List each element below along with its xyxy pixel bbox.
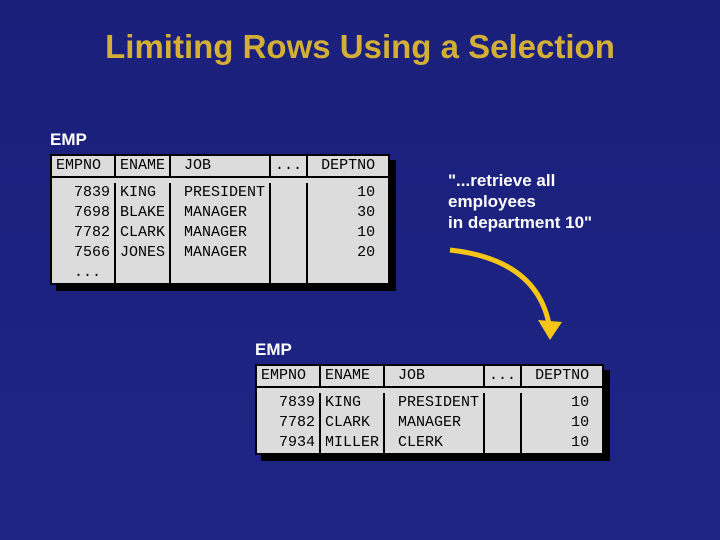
caption-line: "...retrieve all xyxy=(448,171,555,190)
slide-title: Limiting Rows Using a Selection xyxy=(0,28,720,66)
table-header-row: EMPNO ENAME JOB ... DEPTNO xyxy=(51,155,389,177)
table-row: 7782CLARK MANAGER10 xyxy=(256,413,603,433)
col-ellipsis: ... xyxy=(270,155,307,177)
col-empno: EMPNO xyxy=(256,365,320,387)
table-label: EMP xyxy=(255,340,604,360)
col-job: JOB xyxy=(170,155,270,177)
caption-line: in department 10" xyxy=(448,213,592,232)
col-job: JOB xyxy=(384,365,484,387)
table-row: ... xyxy=(51,263,389,284)
emp-table-filtered: EMP EMPNO ENAME JOB ... DEPTNO 7839KING … xyxy=(255,340,604,455)
table-row: 7839KING PRESIDENT10 xyxy=(51,183,389,203)
caption-line: employees xyxy=(448,192,536,211)
emp-table: EMPNO ENAME JOB ... DEPTNO 7839KING PRES… xyxy=(255,364,604,455)
table-row: 7566JONES MANAGER20 xyxy=(51,243,389,263)
table-row: 7782CLARK MANAGER10 xyxy=(51,223,389,243)
table-row: 7934MILLER CLERK10 xyxy=(256,433,603,454)
table-row: 7839KING PRESIDENT10 xyxy=(256,393,603,413)
table-header-row: EMPNO ENAME JOB ... DEPTNO xyxy=(256,365,603,387)
col-ename: ENAME xyxy=(115,155,170,177)
col-deptno: DEPTNO xyxy=(307,155,389,177)
table-label: EMP xyxy=(50,130,390,150)
emp-table-all: EMP EMPNO ENAME JOB ... DEPTNO 7839KING … xyxy=(50,130,390,285)
selection-caption: "...retrieve all employees in department… xyxy=(448,170,708,233)
col-ename: ENAME xyxy=(320,365,384,387)
col-empno: EMPNO xyxy=(51,155,115,177)
col-ellipsis: ... xyxy=(484,365,521,387)
emp-table: EMPNO ENAME JOB ... DEPTNO 7839KING PRES… xyxy=(50,154,390,285)
table-row: 7698BLAKE MANAGER30 xyxy=(51,203,389,223)
col-deptno: DEPTNO xyxy=(521,365,603,387)
